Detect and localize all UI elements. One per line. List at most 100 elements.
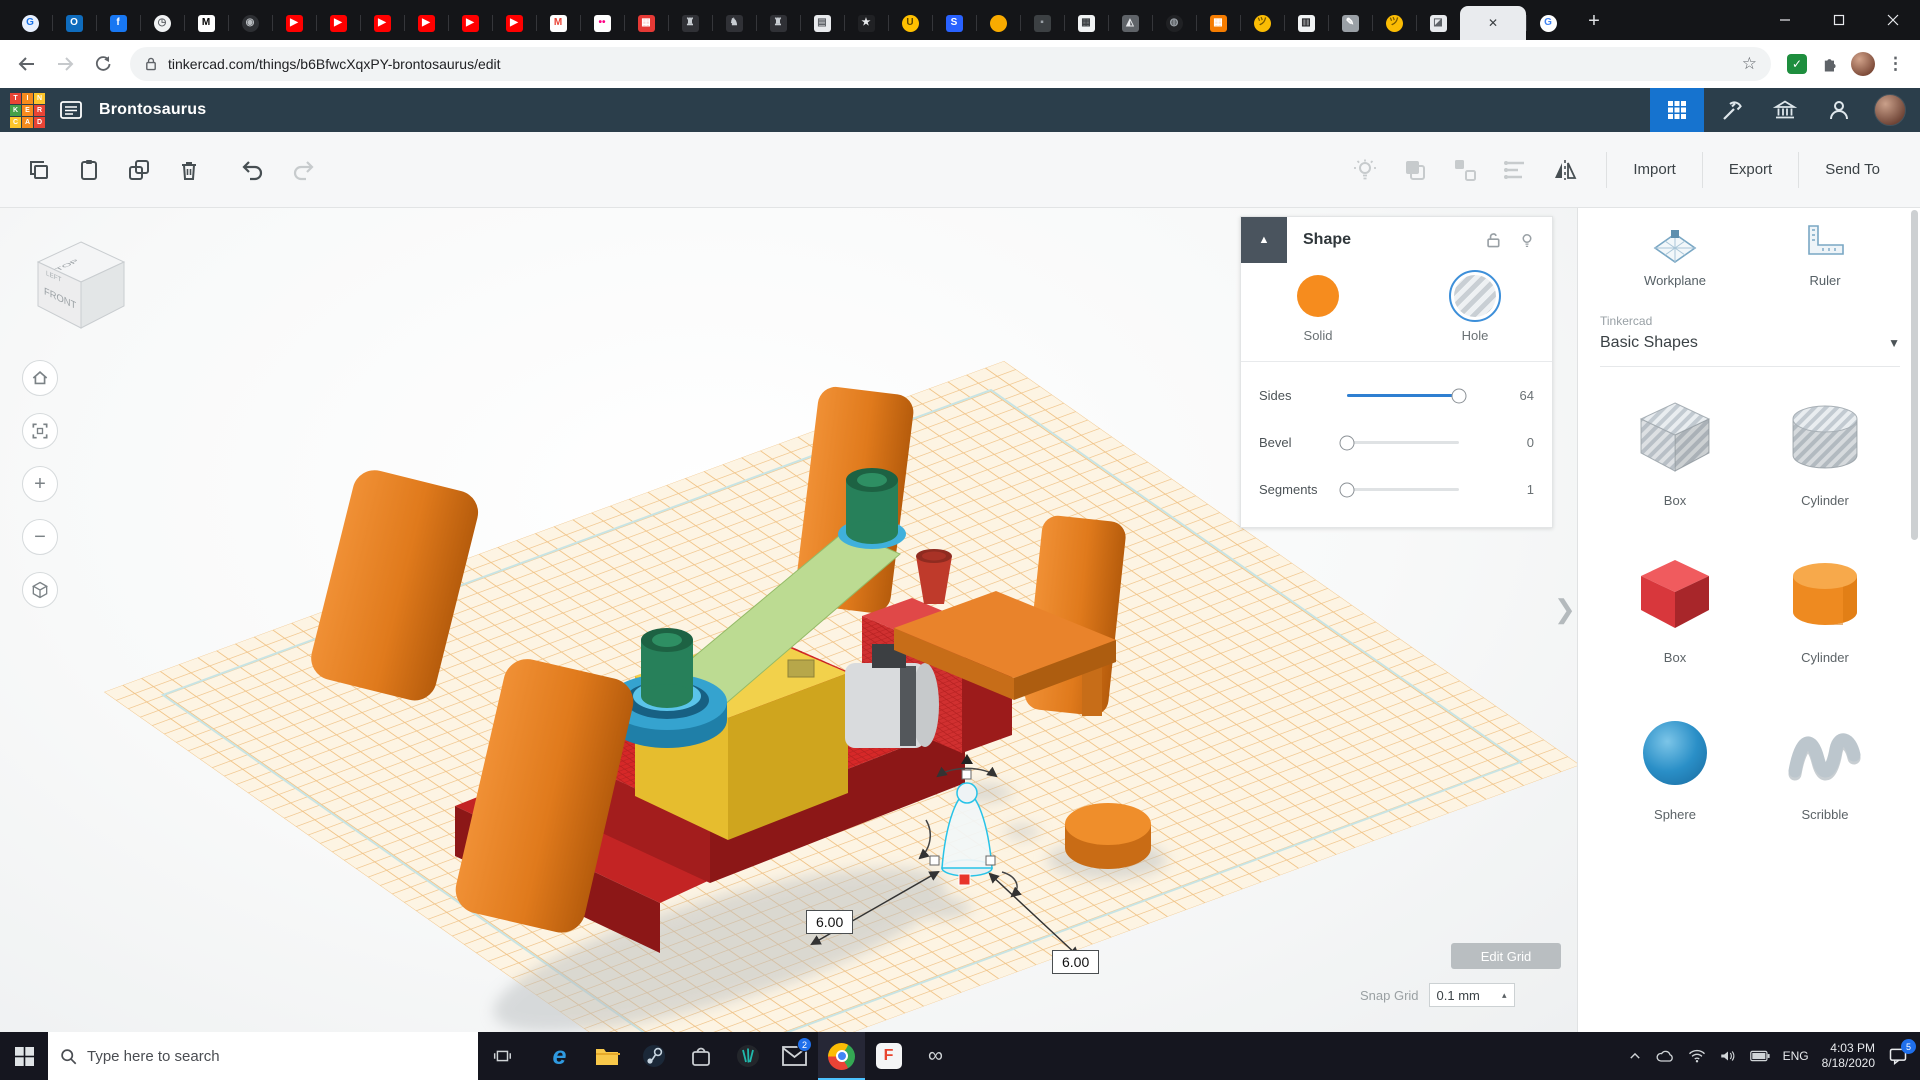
task-view-button[interactable]: [478, 1032, 526, 1080]
scale-handle-top[interactable]: [962, 770, 971, 779]
browser-tab[interactable]: ▶: [492, 6, 536, 40]
action-center-button[interactable]: 5: [1888, 1046, 1908, 1066]
redo-button[interactable]: [278, 145, 328, 195]
scale-handle-right[interactable]: [986, 856, 995, 865]
browser-tab[interactable]: ▥: [1284, 6, 1328, 40]
snap-grid-dropdown[interactable]: 0.1 mm ▴: [1429, 983, 1515, 1007]
group-button[interactable]: [1390, 145, 1440, 195]
app-game-center[interactable]: [724, 1032, 771, 1080]
app-store[interactable]: [677, 1032, 724, 1080]
design-list-icon[interactable]: [59, 99, 83, 121]
onedrive-cloud-icon[interactable]: [1655, 1049, 1675, 1063]
dimension-x-input[interactable]: 6.00: [806, 910, 853, 934]
browser-tab[interactable]: G: [8, 6, 52, 40]
browser-tab[interactable]: ★: [844, 6, 888, 40]
app-f[interactable]: F: [865, 1032, 912, 1080]
browser-tab[interactable]: O: [52, 6, 96, 40]
maximize-button[interactable]: [1812, 0, 1866, 40]
mirror-button[interactable]: [1540, 145, 1590, 195]
app-mail[interactable]: 2: [771, 1032, 818, 1080]
3d-canvas[interactable]: TOP LEFT FRONT + −: [0, 208, 1577, 1032]
browser-profile-avatar[interactable]: [1851, 52, 1875, 76]
tab-close-icon[interactable]: ✕: [1488, 16, 1498, 30]
browser-tab[interactable]: M: [536, 6, 580, 40]
browser-tab[interactable]: ◪: [1416, 6, 1460, 40]
app-steam[interactable]: [630, 1032, 677, 1080]
minimize-button[interactable]: [1758, 0, 1812, 40]
new-tab-button[interactable]: +: [1578, 5, 1610, 37]
browser-tab[interactable]: ▦: [624, 6, 668, 40]
account-person-button[interactable]: [1812, 88, 1866, 132]
browser-tab[interactable]: ツ: [1372, 6, 1416, 40]
hole-option[interactable]: Hole: [1454, 275, 1496, 343]
browser-tab[interactable]: ◉: [228, 6, 272, 40]
start-button[interactable]: [0, 1032, 48, 1080]
panel-collapse-button[interactable]: ▲: [1241, 217, 1287, 263]
dimension-y-input[interactable]: 6.00: [1052, 950, 1099, 974]
extensions-puzzle-icon[interactable]: [1819, 54, 1839, 74]
copy-button[interactable]: [14, 145, 64, 195]
segments-slider[interactable]: [1347, 488, 1459, 491]
bevel-slider[interactable]: [1347, 441, 1459, 444]
tray-chevron-up-icon[interactable]: [1628, 1049, 1642, 1063]
url-bar[interactable]: tinkercad.com/things/b6BfwcXqxPY-brontos…: [130, 47, 1771, 81]
gallery-item-hole-cylinder[interactable]: Cylinder: [1781, 393, 1869, 508]
sidebar-scrollbar[interactable]: [1911, 210, 1918, 540]
sides-value[interactable]: 64: [1459, 388, 1534, 403]
active-tab-tinkercad[interactable]: ✕: [1460, 6, 1526, 40]
browser-tab[interactable]: ♜: [668, 6, 712, 40]
browser-tab[interactable]: M: [184, 6, 228, 40]
browser-tab[interactable]: ▶: [316, 6, 360, 40]
home-view-button[interactable]: [22, 360, 58, 396]
import-button[interactable]: Import: [1606, 152, 1702, 188]
paste-button[interactable]: [64, 145, 114, 195]
browser-tab[interactable]: ツ: [1240, 6, 1284, 40]
zoom-in-button[interactable]: +: [22, 466, 58, 502]
app-chrome[interactable]: [818, 1032, 865, 1080]
view-cube[interactable]: TOP LEFT FRONT: [26, 232, 138, 334]
browser-tab[interactable]: ▶: [404, 6, 448, 40]
send-to-button[interactable]: Send To: [1798, 152, 1906, 188]
volume-icon[interactable]: [1719, 1049, 1737, 1063]
align-button[interactable]: [1490, 145, 1540, 195]
tinkercad-logo[interactable]: TINKERCAD: [10, 93, 45, 128]
ruler-tool[interactable]: Ruler: [1750, 220, 1900, 288]
browser-tab[interactable]: ◷: [140, 6, 184, 40]
browser-tab[interactable]: ▦: [1064, 6, 1108, 40]
category-dropdown[interactable]: Basic Shapes ▼: [1600, 334, 1900, 367]
browser-tab[interactable]: ▪: [1020, 6, 1064, 40]
show-all-bulb-button[interactable]: [1340, 145, 1390, 195]
browser-tab[interactable]: ▦: [1196, 6, 1240, 40]
browser-tab[interactable]: ✎: [1328, 6, 1372, 40]
solid-option[interactable]: Solid: [1297, 275, 1339, 343]
back-button[interactable]: [10, 47, 44, 81]
edit-grid-button[interactable]: Edit Grid: [1451, 943, 1561, 969]
sides-slider[interactable]: [1347, 394, 1459, 397]
browser-tab[interactable]: ▶: [448, 6, 492, 40]
gallery-item-red-box[interactable]: Box: [1631, 550, 1719, 665]
refresh-button[interactable]: [86, 47, 120, 81]
solid-swatch[interactable]: [1297, 275, 1339, 317]
duplicate-button[interactable]: [114, 145, 164, 195]
gallery-item-sphere[interactable]: Sphere: [1631, 707, 1719, 822]
user-avatar[interactable]: [1874, 94, 1906, 126]
segments-slider-handle[interactable]: [1340, 482, 1355, 497]
classroom-building-button[interactable]: [1758, 88, 1812, 132]
minecraft-pickaxe-button[interactable]: [1704, 88, 1758, 132]
browser-tab[interactable]: f: [96, 6, 140, 40]
bookmark-star-icon[interactable]: ☆: [1742, 54, 1757, 74]
extension-check-icon[interactable]: ✓: [1787, 54, 1807, 74]
hole-swatch[interactable]: [1454, 275, 1496, 317]
browser-tab[interactable]: ▤: [800, 6, 844, 40]
browser-tab-g[interactable]: G: [1526, 6, 1570, 40]
scale-handle-left[interactable]: [930, 856, 939, 865]
gallery-item-scribble[interactable]: Scribble: [1781, 707, 1869, 822]
shape-olive-knob[interactable]: [788, 660, 814, 677]
undo-button[interactable]: [228, 145, 278, 195]
sides-slider-handle[interactable]: [1452, 388, 1467, 403]
delete-button[interactable]: [164, 145, 214, 195]
export-button[interactable]: Export: [1702, 152, 1798, 188]
shape-orange-puck[interactable]: [1065, 803, 1151, 869]
lock-icon[interactable]: [1484, 231, 1502, 249]
language-indicator[interactable]: ENG: [1783, 1049, 1809, 1063]
